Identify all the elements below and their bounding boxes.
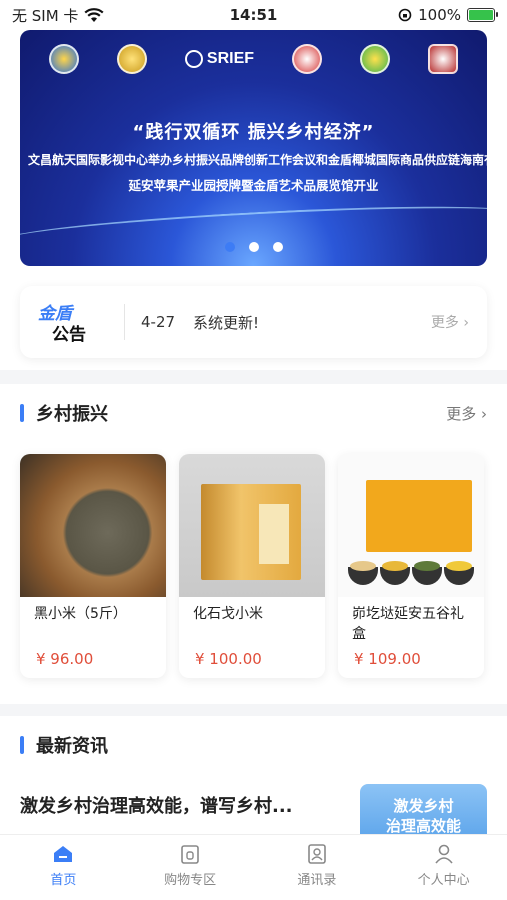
user-icon [435, 844, 453, 864]
banner-subtitle-line-2: 延安苹果产业园授牌暨金盾艺术品展览馆开业 [128, 178, 379, 193]
carousel-dot[interactable] [224, 242, 235, 252]
status-right: 100% [398, 6, 498, 24]
grain-bowl [444, 561, 474, 585]
grain-bowl [348, 561, 378, 585]
carousel-dots [20, 242, 487, 252]
gift-box-graphic [366, 480, 472, 552]
product-card[interactable]: 化石戈小米 ¥ 100.00 [179, 454, 325, 678]
news-section-title: 最新资讯 [36, 736, 108, 757]
banner-subtitle-line-1: 文昌航天国际影视中心举办乡村振兴品牌创新工作会议和金盾椰城国际商品供应链海南有限… [28, 153, 487, 167]
rural-more-label: 更多 [446, 404, 477, 423]
rural-title: 乡村振兴 [36, 404, 108, 425]
tab-contacts[interactable]: 通讯录 [254, 835, 381, 900]
tab-profile[interactable]: 个人中心 [380, 835, 507, 900]
orientation-lock-icon [398, 8, 412, 22]
battery-icon [467, 8, 498, 22]
grain-bowl [412, 561, 442, 585]
grain-bowls-graphic [348, 561, 474, 585]
product-image-millet-box [179, 454, 325, 597]
notice-date: 4-27 [141, 313, 176, 331]
product-card[interactable]: 黑小米（5斤） ¥ 96.00 [20, 454, 166, 678]
rural-more-link[interactable]: 更多 › [446, 403, 487, 424]
sponsor-logo-icon [292, 44, 323, 74]
notice-more-link[interactable]: 更多 › [431, 312, 469, 332]
grain-bowl [380, 561, 410, 585]
product-price: ¥ 109.00 [354, 650, 421, 668]
srief-logo: SRIEF [184, 50, 255, 68]
notice-logo: 金盾 公告 [38, 299, 118, 345]
product-card[interactable]: 峁圪垯延安五谷礼盒 ¥ 109.00 [338, 454, 484, 678]
sponsor-logo-icon [359, 44, 390, 74]
tab-shop[interactable]: 购物专区 [127, 835, 254, 900]
shop-icon [181, 845, 199, 864]
srief-logo-text: SRIEF [206, 50, 255, 67]
carousel-dot[interactable] [272, 242, 283, 252]
tab-label: 通讯录 [297, 873, 337, 888]
product-price: ¥ 100.00 [195, 650, 262, 668]
section-accent-bar [20, 736, 24, 754]
news-section: 最新资讯 激发乡村治理高效能，谱写乡村... 激发乡村 治理高效能 [0, 716, 507, 844]
section-accent-bar [20, 404, 24, 422]
product-name: 化石戈小米 [193, 606, 263, 622]
contacts-icon [308, 844, 326, 864]
banner-title: “践行双循环 振兴乡村经济” [132, 122, 375, 143]
notice-divider [124, 304, 125, 340]
notice-text[interactable]: 系统更新! [193, 312, 431, 333]
product-image-grain-gift-box [338, 454, 484, 597]
carousel-dot[interactable] [248, 242, 259, 252]
rural-section: 乡村振兴 更多 › 黑小米（5斤） ¥ 96.00 化石戈小米 ¥ 100.00 [0, 384, 507, 704]
sponsor-logo-icon [48, 44, 79, 74]
sponsor-logo-icon [427, 44, 458, 74]
home-icon [54, 846, 73, 862]
battery-percent: 100% [418, 6, 461, 24]
chevron-right-icon: › [463, 315, 469, 331]
product-image-black-millet [20, 454, 166, 597]
srief-mark-icon [184, 50, 203, 68]
news-header: 最新资讯 [20, 732, 487, 758]
banner-carousel[interactable]: SRIEF “践行双循环 振兴乡村经济” 文昌航天国际影视中心举办乡村振兴品牌创… [20, 30, 487, 266]
wifi-icon [84, 7, 104, 22]
news-headline[interactable]: 激发乡村治理高效能，谱写乡村... [20, 792, 293, 818]
tab-label: 购物专区 [164, 873, 217, 888]
product-list: 黑小米（5斤） ¥ 96.00 化石戈小米 ¥ 100.00 峁圪垯延安五谷礼盒… [20, 454, 484, 678]
rural-header: 乡村振兴 更多 › [20, 400, 487, 426]
product-name: 黑小米（5斤） [34, 606, 127, 622]
status-bar: 无 SIM 卡 14:51 100% [0, 0, 507, 30]
chevron-right-icon: › [481, 404, 487, 423]
tab-home[interactable]: 首页 [0, 835, 127, 900]
banner-logos: SRIEF [20, 44, 487, 74]
banner-subtitle: 文昌航天国际影视中心举办乡村振兴品牌创新工作会议和金盾椰城国际商品供应链海南有限… [20, 148, 487, 198]
tab-bar: 首页 购物专区 通讯录 个人中心 [0, 834, 507, 900]
tab-label: 个人中心 [417, 873, 470, 888]
notice-bar[interactable]: 金盾 公告 4-27 系统更新! 更多 › [20, 286, 487, 358]
sponsor-logo-icon [116, 44, 147, 74]
product-price: ¥ 96.00 [36, 650, 94, 668]
notice-logo-bottom: 公告 [52, 325, 86, 345]
carrier-label: 无 SIM 卡 [12, 6, 79, 25]
product-name: 峁圪垯延安五谷礼盒 [352, 606, 464, 642]
gift-box-graphic [201, 484, 301, 580]
status-left: 无 SIM 卡 [12, 5, 104, 26]
tab-label: 首页 [50, 873, 77, 888]
notice-more-label: 更多 [430, 315, 459, 331]
